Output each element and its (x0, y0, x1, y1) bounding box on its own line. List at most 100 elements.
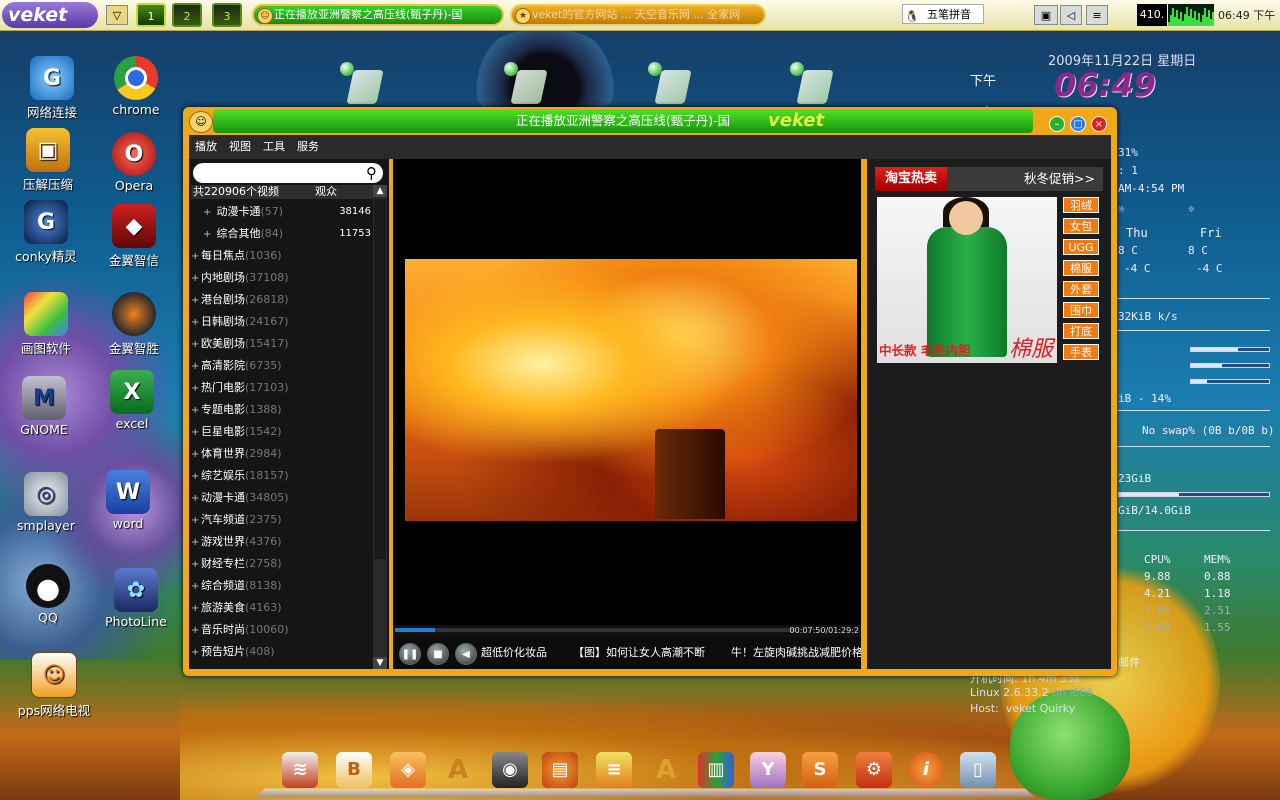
ticker-item[interactable]: 超低价化妆品 (481, 646, 547, 659)
menu-play[interactable]: 播放 (189, 135, 223, 159)
list-item[interactable]: + 汽车频道(2375) (191, 509, 371, 531)
drink-icon[interactable]: Y (750, 752, 786, 788)
show-desktop-icon[interactable]: ▽ (106, 5, 128, 25)
record-player-icon[interactable]: ◉ (492, 752, 528, 788)
tent-icon[interactable]: A (648, 752, 684, 788)
progress-bar[interactable]: 00:07:50/01:29:2 (393, 625, 861, 637)
desktop-icon-archiver[interactable]: ▣ 压解压缩 (8, 128, 88, 193)
desktop-icon-network[interactable]: G 网络连接 (12, 56, 92, 121)
search-input[interactable]: ⚲ (193, 163, 383, 183)
workspace-2-button[interactable]: 2 (172, 3, 202, 27)
list-item[interactable]: + 动漫卡通(57) 38146 (191, 201, 371, 223)
menu-tools[interactable]: 工具 (257, 135, 291, 159)
list-item[interactable]: + 体育世界(2984) (191, 443, 371, 465)
scroll-thumb[interactable] (374, 199, 386, 559)
desktop-icon-jinyi-zhixin[interactable]: ◆ 金翼智信 (94, 204, 174, 269)
desktop-icon-excel[interactable]: X excel (92, 370, 172, 431)
photos-icon[interactable]: ◈ (390, 752, 426, 788)
list-scrollbar[interactable]: ▲ ▼ (373, 185, 387, 669)
conky-cpu-pct: 31% (1118, 146, 1138, 159)
menu-view[interactable]: 视图 (223, 135, 257, 159)
taobao-badge[interactable]: 淘宝热卖 (875, 167, 948, 191)
list-item[interactable]: + 旅游美食(4163) (191, 597, 371, 619)
stop-button[interactable]: ■ (427, 643, 449, 665)
input-method-indicator[interactable]: 🐧 五笔拼音 (902, 4, 984, 24)
minimize-button[interactable]: – (1049, 116, 1065, 132)
cake-icon[interactable]: ≋ (282, 752, 318, 788)
list-item[interactable]: + 高清影院(6735) (191, 355, 371, 377)
start-menu-logo[interactable]: veket (2, 2, 98, 28)
workspace-1-button[interactable]: 1 (136, 3, 166, 27)
desktop-icon-qq[interactable]: QQ (8, 564, 88, 625)
conky-divider (1116, 298, 1270, 299)
ad-tag-button[interactable]: 女包 (1063, 218, 1099, 234)
list-item[interactable]: + 每日焦点(1036) (191, 245, 371, 267)
ad-tag-button[interactable]: 外套 (1063, 281, 1099, 297)
settings-icon[interactable]: ⚙ (856, 752, 892, 788)
list-item[interactable]: + 动漫卡通(34805) (191, 487, 371, 509)
ad-tag-button[interactable]: 手表 (1063, 344, 1099, 360)
desktop-icon-smplayer[interactable]: ◎ smplayer (6, 472, 86, 533)
list-item[interactable]: + 欧美剧场(15417) (191, 333, 371, 355)
ticker-item[interactable]: 【图】如何让女人高潮不断 (573, 646, 705, 659)
maximize-button[interactable]: □ (1070, 116, 1086, 132)
sushi-icon[interactable]: ≡ (596, 752, 632, 788)
scroll-down-icon[interactable]: ▼ (373, 657, 387, 669)
desktop-icon-conky[interactable]: G conky精灵 (6, 200, 86, 265)
network-monitor-icon[interactable]: ▣ (1034, 5, 1058, 25)
menu-services[interactable]: 服务 (291, 135, 325, 159)
list-item[interactable]: + 内地剧场(37108) (191, 267, 371, 289)
workspace-3-button[interactable]: 3 (212, 3, 242, 27)
promo-link[interactable]: 秋冬促销>> (1024, 167, 1095, 191)
notes-icon[interactable]: ≡ (1086, 5, 1108, 25)
info-icon[interactable]: i (908, 752, 944, 788)
desktop-icon-word[interactable]: W word (88, 470, 168, 531)
taskbar-item-player[interactable]: ☺ 正在播放亚洲警察之高压线(甄子丹)-国 (252, 4, 504, 26)
jar-icon[interactable]: ▯ (960, 752, 996, 788)
video-area[interactable] (393, 159, 861, 625)
ad-tag-button[interactable]: 棉服 (1063, 260, 1099, 276)
list-item[interactable]: + 日韩剧场(24167) (191, 311, 371, 333)
scroll-up-icon[interactable]: ▲ (373, 185, 387, 197)
desktop-icon-opera[interactable]: O Opera (94, 132, 174, 193)
ad-tag-button[interactable]: 打底 (1063, 323, 1099, 339)
list-item[interactable]: + 音乐时尚(10060) (191, 619, 371, 641)
volume-icon[interactable]: ◁ (1060, 5, 1082, 25)
book-icon[interactable]: S (802, 752, 838, 788)
close-button[interactable]: × (1091, 116, 1107, 132)
taskbar-item-label: 正在播放亚洲警察之高压线(甄子丹)-国 (274, 8, 463, 21)
desktop-icon-paint[interactable]: 画图软件 (6, 292, 86, 357)
list-item[interactable]: + 游戏世界(4376) (191, 531, 371, 553)
desktop-icon-chrome[interactable]: chrome (96, 56, 176, 117)
desktop-icon-pps[interactable]: ☺ pps网络电视 (14, 652, 94, 719)
search-icon[interactable]: ⚲ (366, 163, 377, 183)
ad-image[interactable]: 中长款 毛毛内胆 棉服 (877, 197, 1057, 363)
desktop-icon-gnome[interactable]: M GNOME (4, 376, 84, 437)
list-item[interactable]: + 热门电影(17103) (191, 377, 371, 399)
desktop-icon-jinyi-zhisheng[interactable]: 金翼智胜 (94, 292, 174, 357)
list-item[interactable]: + 港台剧场(26818) (191, 289, 371, 311)
ticker-item[interactable]: 牛！左旋肉碱挑战减肥价格 (731, 646, 861, 659)
document-icon[interactable]: B (336, 752, 372, 788)
taskbar-item-browser[interactable]: ★ veket的官方网站 ... 天空音乐网 ... 全家网 (510, 4, 766, 26)
list-item[interactable]: + 专题电影(1388) (191, 399, 371, 421)
list-item[interactable]: + 预告短片(408) (191, 641, 371, 663)
item-name: 巨星电影 (201, 425, 245, 438)
list-item[interactable]: + 综艺娱乐(18157) (191, 465, 371, 487)
ad-tag-button[interactable]: UGG (1063, 239, 1099, 255)
color-chart-icon[interactable]: ▥ (698, 752, 734, 788)
list-item[interactable]: + 综合其他(84) 11753 (191, 223, 371, 245)
volume-button[interactable]: ◀ (455, 643, 477, 665)
ad-tag-button[interactable]: 羽绒 (1063, 197, 1099, 213)
list-item[interactable]: + 综合频道(8138) (191, 575, 371, 597)
window-titlebar[interactable]: 正在播放亚洲警察之高压线(甄子丹)-国 veket (213, 109, 1033, 133)
panel-clock[interactable]: 06:49 下午 (1218, 7, 1275, 23)
lantern-icon[interactable]: ▤ (542, 752, 578, 788)
list-item[interactable]: + 巨星电影(1542) (191, 421, 371, 443)
ad-tag-button[interactable]: 围巾 (1063, 302, 1099, 318)
desktop-icon-photoline[interactable]: ✿ PhotoLine (96, 568, 176, 629)
progress-track[interactable] (395, 628, 795, 632)
list-item[interactable]: + 财经专栏(2758) (191, 553, 371, 575)
triangle-tool-icon[interactable]: A (440, 752, 476, 788)
pause-button[interactable]: ❚❚ (399, 643, 421, 665)
